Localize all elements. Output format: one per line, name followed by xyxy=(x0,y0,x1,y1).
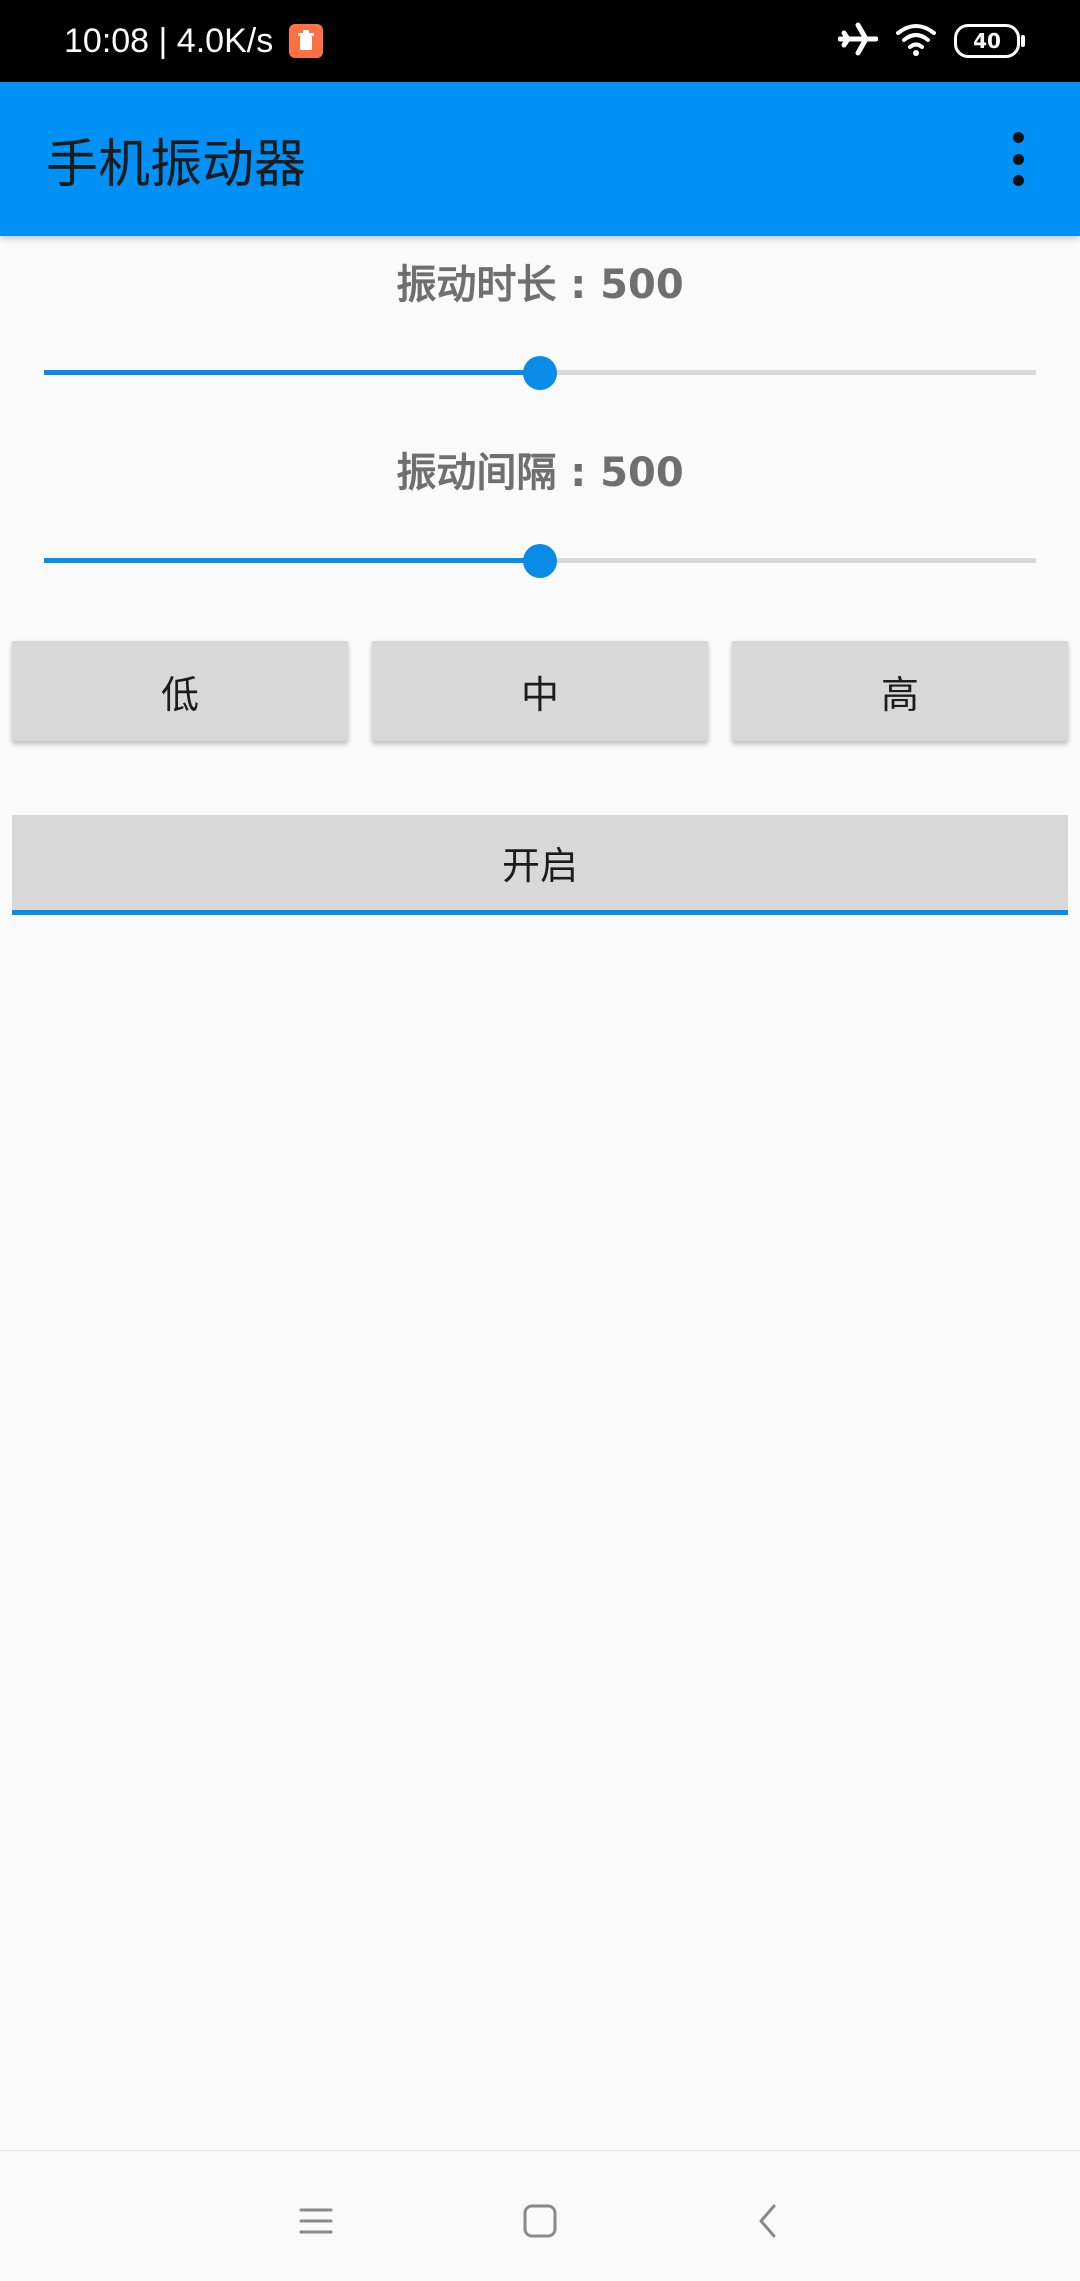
interval-thumb[interactable] xyxy=(523,544,557,578)
duration-slider[interactable] xyxy=(44,352,1036,392)
start-button[interactable]: 开启 xyxy=(12,815,1068,915)
status-time-speed: 10:08 | 4.0K/s xyxy=(64,21,274,60)
preset-high-button[interactable]: 高 xyxy=(732,641,1068,741)
menu-icon[interactable] xyxy=(286,2191,346,2251)
home-icon[interactable] xyxy=(510,2191,570,2251)
dot xyxy=(1012,132,1024,143)
preset-low-button[interactable]: 低 xyxy=(12,641,348,741)
battery-level: 40 xyxy=(973,29,1001,53)
duration-thumb[interactable] xyxy=(523,356,557,390)
app-bar: 手机振动器 xyxy=(0,82,1080,236)
app-title: 手机振动器 xyxy=(46,134,307,195)
status-left: 10:08 | 4.0K/s xyxy=(64,0,324,82)
battery-icon: 40 xyxy=(954,24,1025,58)
dot xyxy=(1012,153,1024,165)
status-right: 40 xyxy=(837,0,1025,82)
back-icon[interactable] xyxy=(738,2191,798,2251)
more-vert-icon[interactable] xyxy=(998,132,1038,186)
wifi-icon xyxy=(894,21,938,61)
status-bar: 10:08 | 4.0K/s 40 xyxy=(0,0,1080,82)
nav-bar xyxy=(0,2150,1080,2281)
dot xyxy=(1012,175,1024,186)
interval-fill xyxy=(44,558,540,563)
interval-slider[interactable] xyxy=(44,540,1036,580)
duration-fill xyxy=(44,370,540,375)
airplane-icon xyxy=(837,21,879,61)
notification-icon xyxy=(289,24,324,58)
interval-label: 振动间隔 : 500 xyxy=(396,450,684,496)
preset-medium-button[interactable]: 中 xyxy=(372,641,708,741)
duration-label: 振动时长 : 500 xyxy=(396,262,684,308)
